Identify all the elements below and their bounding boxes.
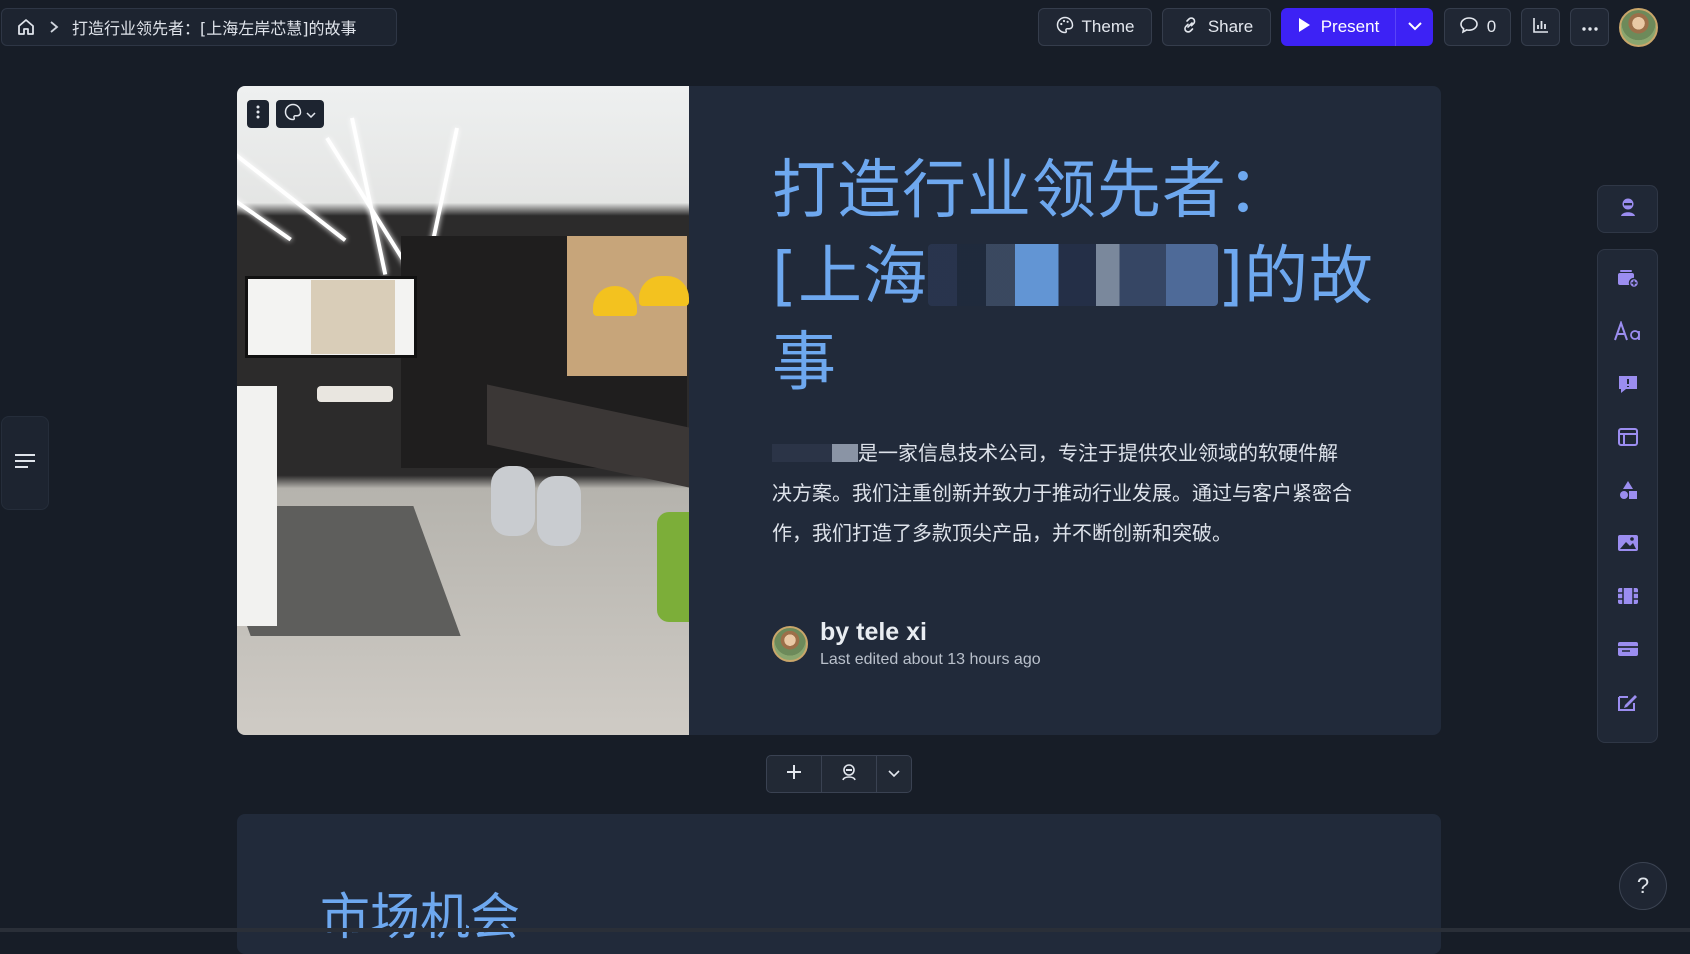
redacted-company-name bbox=[927, 244, 1218, 306]
comments-count: 0 bbox=[1486, 17, 1497, 36]
more-icon bbox=[1581, 17, 1599, 37]
help-button[interactable]: ? bbox=[1619, 862, 1667, 910]
chevron-down-icon bbox=[888, 765, 900, 783]
theme-button[interactable]: Theme bbox=[1038, 8, 1152, 46]
link-icon bbox=[1180, 16, 1200, 39]
image-icon bbox=[1617, 533, 1639, 558]
layout-icon bbox=[1617, 427, 1639, 452]
present-options-button[interactable] bbox=[1395, 8, 1433, 46]
card-headline[interactable]: 打造行业领先者： [上海 ]的故 事 bbox=[772, 148, 1392, 406]
more-vertical-icon bbox=[255, 104, 261, 125]
add-card-bar bbox=[766, 755, 912, 793]
add-card-options-button[interactable] bbox=[877, 756, 911, 792]
headline-line-1: 打造行业领先者： bbox=[772, 154, 1292, 228]
video-tool[interactable] bbox=[1598, 572, 1657, 625]
author-avatar bbox=[772, 625, 808, 662]
top-bar: 打造行业领先者：[上海左岸芯慧]的故事 Theme Share Present bbox=[0, 0, 1690, 54]
ai-assistant-button[interactable] bbox=[1598, 186, 1657, 232]
share-button[interactable]: Share bbox=[1162, 8, 1271, 46]
present-button-group: Present bbox=[1281, 8, 1433, 46]
present-button[interactable]: Present bbox=[1281, 8, 1395, 46]
ai-assistant-panel bbox=[1597, 185, 1658, 233]
breadcrumb: 打造行业领先者：[上海左岸芯慧]的故事 bbox=[1, 8, 397, 46]
next-card[interactable]: 市场机会 bbox=[237, 814, 1441, 954]
home-icon[interactable] bbox=[16, 17, 36, 37]
redacted-company-text bbox=[772, 444, 858, 462]
edit-icon bbox=[1616, 691, 1640, 718]
video-icon bbox=[1617, 586, 1639, 611]
outline-toggle[interactable] bbox=[1, 416, 49, 510]
add-card-icon bbox=[1616, 267, 1640, 294]
analytics-button[interactable] bbox=[1521, 8, 1560, 46]
text-tool[interactable] bbox=[1598, 307, 1657, 360]
headline-line-2-start: [上海 bbox=[772, 240, 928, 314]
chevron-down-icon bbox=[1407, 18, 1423, 36]
headline-line-2-end: ]的故 bbox=[1217, 240, 1374, 314]
office-photo bbox=[237, 86, 689, 735]
add-card-button[interactable] bbox=[767, 756, 823, 792]
document-title[interactable]: 打造行业领先者：[上海左岸芯慧]的故事 bbox=[72, 15, 357, 39]
last-edited: Last edited about 13 hours ago bbox=[820, 651, 1041, 668]
ai-assistant-icon bbox=[1617, 196, 1639, 223]
comments-button[interactable]: 0 bbox=[1444, 8, 1511, 46]
title-card[interactable]: 打造行业领先者： [上海 ]的故 事 是一家信息技术公司，专注于提供农业领域的软硬… bbox=[237, 86, 1441, 735]
add-card-tool[interactable] bbox=[1598, 254, 1657, 307]
image-tool[interactable] bbox=[1598, 519, 1657, 572]
play-icon bbox=[1297, 17, 1311, 38]
insert-toolbar bbox=[1597, 249, 1658, 743]
outline-icon bbox=[14, 452, 36, 475]
theme-label: Theme bbox=[1081, 17, 1135, 36]
layout-tool[interactable] bbox=[1598, 413, 1657, 466]
share-label: Share bbox=[1207, 17, 1254, 36]
embed-tool[interactable] bbox=[1598, 625, 1657, 678]
embed-icon bbox=[1617, 639, 1639, 664]
author-block: by tele xi Last edited about 13 hours ag… bbox=[772, 618, 1041, 669]
headline-line-3: 事 bbox=[772, 326, 837, 400]
draw-tool[interactable] bbox=[1598, 678, 1657, 731]
window-bottom-edge bbox=[0, 928, 1690, 932]
chevron-right-icon bbox=[48, 20, 60, 34]
card-style-button[interactable] bbox=[276, 100, 324, 128]
comment-icon bbox=[1459, 16, 1479, 39]
text-icon bbox=[1613, 319, 1642, 346]
palette-icon bbox=[284, 103, 302, 126]
card-menu-button[interactable] bbox=[247, 100, 269, 128]
user-avatar[interactable] bbox=[1619, 8, 1658, 47]
more-options-button[interactable] bbox=[1570, 8, 1609, 46]
shapes-tool[interactable] bbox=[1598, 466, 1657, 519]
card-description[interactable]: 是一家信息技术公司，专注于提供农业领域的软硬件解决方案。我们注重创新并致力于推动… bbox=[772, 433, 1352, 553]
analytics-icon bbox=[1532, 16, 1550, 39]
next-card-title: 市场机会 bbox=[320, 888, 520, 946]
shapes-icon bbox=[1617, 479, 1639, 506]
callout-tool[interactable] bbox=[1598, 360, 1657, 413]
palette-icon bbox=[1056, 16, 1074, 39]
chevron-down-icon bbox=[306, 105, 316, 123]
callout-icon bbox=[1617, 373, 1639, 400]
author-name: by tele xi bbox=[820, 618, 927, 646]
description-text: 是一家信息技术公司，专注于提供农业领域的软硬件解决方案。我们注重创新并致力于推动… bbox=[772, 441, 1352, 545]
ai-generate-card-button[interactable] bbox=[822, 756, 878, 792]
plus-icon bbox=[786, 764, 802, 785]
present-label: Present bbox=[1320, 17, 1380, 36]
ai-assistant-icon bbox=[839, 762, 859, 787]
